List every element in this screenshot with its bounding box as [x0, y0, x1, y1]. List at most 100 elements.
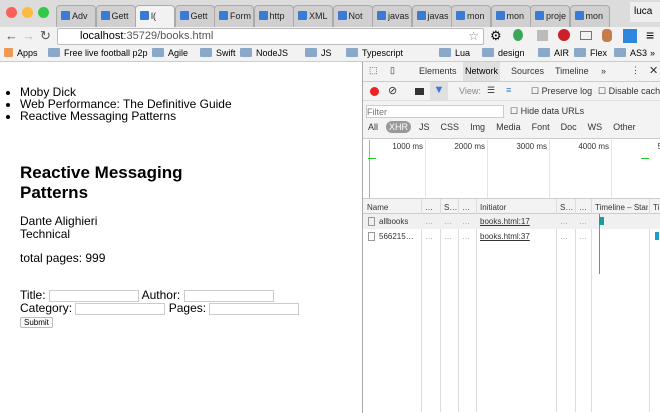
browser-tab[interactable]: mon — [490, 5, 531, 27]
devtools-tab[interactable]: Timeline — [553, 62, 591, 81]
devtools-tab[interactable]: Elements — [417, 62, 459, 81]
column-header[interactable]: S… — [560, 203, 574, 212]
record-icon[interactable] — [370, 87, 379, 96]
column-header[interactable]: Initiator — [480, 203, 555, 212]
cast-icon[interactable] — [580, 31, 592, 40]
browser-tab[interactable]: Gett — [174, 5, 215, 27]
column-header[interactable]: … — [579, 203, 590, 212]
devtools-tab[interactable]: Network — [463, 62, 501, 81]
browser-tab[interactable]: mon — [569, 5, 610, 27]
pages-input[interactable] — [209, 303, 300, 315]
bookmark-item[interactable]: Typescript — [346, 48, 403, 58]
column-header[interactable]: Name — [367, 203, 420, 212]
cell: 566215… — [379, 232, 414, 241]
type-filter[interactable]: Media — [493, 121, 524, 133]
browser-tab[interactable]: mon — [451, 5, 491, 27]
reload-icon[interactable]: ↻ — [40, 28, 51, 44]
gear-icon[interactable]: ⚙ — [490, 28, 502, 44]
type-filter[interactable]: JS — [416, 121, 433, 133]
bookmark-item[interactable]: Agile — [152, 48, 188, 58]
menu-icon[interactable]: ≡ — [646, 27, 654, 43]
maximize-window-button[interactable] — [38, 7, 49, 18]
profile-button[interactable]: luca — [630, 2, 660, 22]
more-bookmarks-button[interactable]: » — [650, 48, 655, 58]
browser-tab[interactable]: l( — [135, 5, 175, 27]
browser-tab[interactable]: proje — [530, 5, 570, 27]
browser-tab[interactable]: Adv — [56, 5, 96, 27]
favicon-icon — [574, 11, 584, 20]
bookmark-item[interactable]: Apps — [4, 48, 38, 58]
bookmark-item[interactable]: AIR — [538, 48, 569, 58]
bookmark-item[interactable]: NodeJS — [240, 48, 288, 58]
hide-data-urls-checkbox[interactable]: ☐ Hide data URLs — [510, 106, 584, 117]
type-filter[interactable]: WS — [585, 121, 606, 133]
close-icon[interactable]: ✕ — [649, 64, 658, 77]
browser-tab[interactable]: javas — [372, 5, 412, 27]
column-header[interactable]: S… — [444, 203, 457, 212]
pinterest-icon[interactable] — [558, 29, 570, 41]
initiator-link[interactable]: books.html:37 — [480, 232, 530, 241]
tab-label: mon — [585, 11, 604, 21]
list-view-icon[interactable]: ☰ — [487, 85, 495, 96]
type-filter[interactable]: Font — [529, 121, 553, 133]
bookmark-label: AS3 — [630, 48, 648, 58]
devtools-tab[interactable]: » — [599, 62, 608, 81]
book-item[interactable]: Reactive Messaging Patterns — [20, 110, 232, 122]
disable-cache-checkbox[interactable]: ☐ Disable cache — [598, 86, 660, 97]
cell: … — [560, 217, 568, 226]
column-header[interactable]: Timeline – Start — [595, 203, 648, 212]
device-icon[interactable]: ▯ — [390, 65, 395, 76]
browser-tab[interactable]: XML — [293, 5, 333, 27]
type-filter[interactable]: Doc — [558, 121, 580, 133]
submit-button[interactable]: Submit — [20, 317, 53, 328]
extension-icon[interactable] — [513, 29, 523, 41]
type-filter[interactable]: All — [365, 121, 381, 133]
camera-icon[interactable] — [415, 88, 424, 95]
linkedin-icon[interactable] — [537, 30, 548, 41]
folder-icon — [48, 48, 60, 57]
inspect-icon[interactable]: ⬚ — [369, 65, 378, 76]
close-window-button[interactable] — [6, 7, 17, 18]
browser-tab[interactable]: Gett — [95, 5, 136, 27]
clear-icon[interactable]: ⊘ — [388, 84, 397, 97]
filter-icon[interactable]: ▼ — [430, 82, 448, 101]
preserve-log-checkbox[interactable]: ☐ Preserve log — [531, 86, 592, 97]
star-icon[interactable]: ☆ — [468, 29, 479, 43]
bookmark-item[interactable]: design — [482, 48, 525, 58]
more-options-icon[interactable]: ⋮ — [631, 65, 640, 76]
bookmark-item[interactable]: Swift — [200, 48, 236, 58]
bookmark-item[interactable]: AS3 — [614, 48, 647, 58]
browser-tab[interactable]: http — [253, 5, 294, 27]
grid-line — [425, 140, 426, 198]
extension-icon[interactable] — [602, 29, 612, 42]
favicon-icon — [495, 11, 505, 20]
type-filter[interactable]: Other — [610, 121, 639, 133]
timing-bar — [655, 232, 659, 240]
minimize-window-button[interactable] — [22, 7, 33, 18]
column-header[interactable]: … — [425, 203, 439, 212]
tab-label: javas — [388, 11, 410, 21]
browser-tab[interactable]: javas — [411, 5, 452, 27]
type-filter[interactable]: CSS — [438, 121, 463, 133]
type-filter[interactable]: Img — [467, 121, 488, 133]
bookmark-item[interactable]: Lua — [439, 48, 470, 58]
type-filter[interactable]: XHR — [386, 121, 412, 133]
cell: … — [444, 217, 452, 226]
initiator-link[interactable]: books.html:17 — [480, 217, 530, 226]
back-icon[interactable]: ← — [5, 28, 18, 43]
browser-tab[interactable]: Not — [332, 5, 373, 27]
bookmark-item[interactable]: JS — [305, 48, 332, 58]
extension-icon[interactable] — [623, 29, 637, 43]
waterfall-view-icon[interactable]: ≡ — [506, 85, 511, 95]
bookmark-item[interactable]: Flex — [574, 48, 607, 58]
column-header[interactable]: Ti — [653, 203, 660, 212]
browser-tab[interactable]: Form — [214, 5, 254, 27]
category-input[interactable] — [75, 303, 166, 315]
column-header[interactable]: … — [462, 203, 475, 212]
devtools-tab[interactable]: Sources — [509, 62, 546, 81]
filter-input[interactable] — [366, 105, 504, 118]
network-toolbar: ⊘ ▼ View: ☰ ≡ ☐ Preserve log ☐ Disable c… — [363, 82, 660, 101]
address-bar[interactable]: localhost:35729/books.html ☆ — [57, 28, 484, 45]
forward-icon[interactable]: → — [22, 28, 35, 43]
bookmark-item[interactable]: Free live football p2p — [48, 48, 148, 58]
